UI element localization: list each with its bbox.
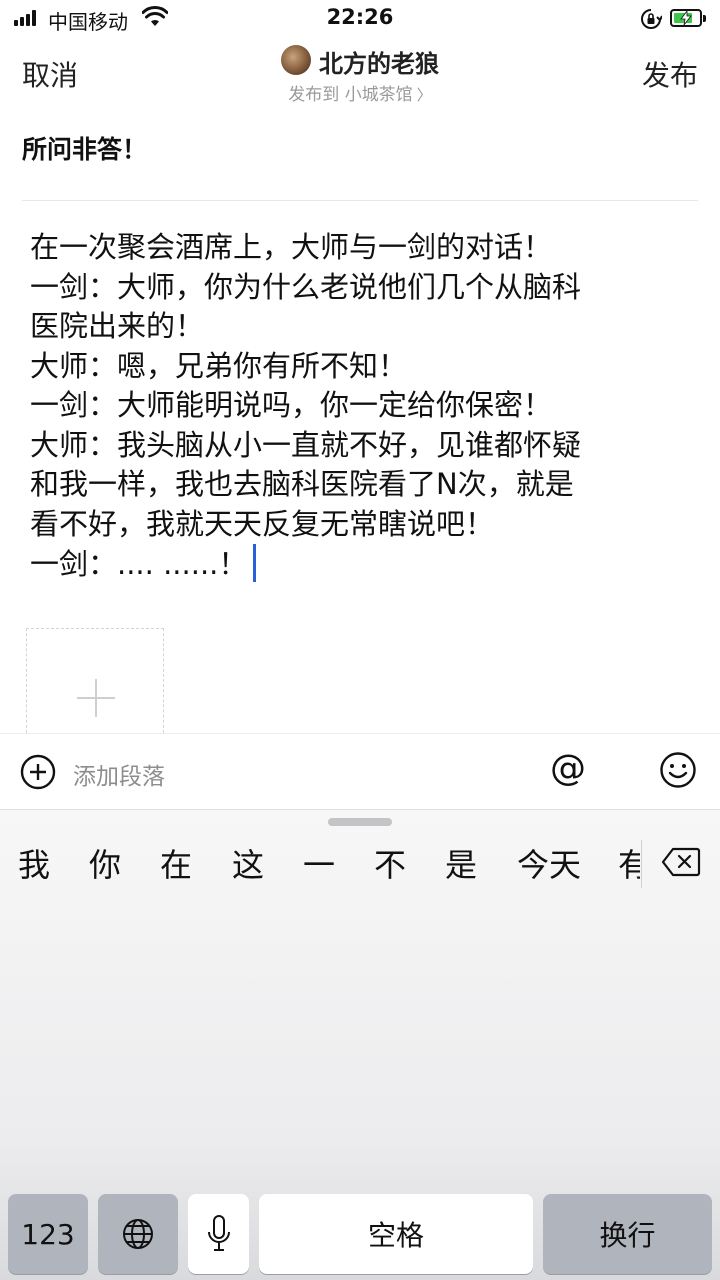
keyboard: 我 你 在 这 一 不 是 今天 有 123 空格 换行 xyxy=(0,809,720,1280)
post-title-field[interactable]: 所问非答！ xyxy=(22,130,147,166)
add-image-button[interactable] xyxy=(26,628,164,738)
body-line: 和我一样，我也去脑科医院看了N次，就是 xyxy=(30,467,574,501)
author-header: 北方的老狼 xyxy=(0,44,720,79)
candidate-divider xyxy=(641,840,642,888)
title-divider xyxy=(22,200,698,201)
status-time: 22:26 xyxy=(326,5,394,29)
body-line: 看不好，我就天天反复无常瞎说吧！ xyxy=(30,506,495,541)
keyboard-bottom-row: 123 空格 换行 xyxy=(0,1194,720,1276)
body-line: 一剑：.... ......！ xyxy=(30,547,248,581)
battery-charging-icon xyxy=(670,9,706,27)
space-key[interactable]: 空格 xyxy=(259,1194,533,1274)
at-icon[interactable]: @ xyxy=(550,748,586,789)
return-key[interactable]: 换行 xyxy=(543,1194,712,1274)
text-cursor xyxy=(253,544,257,582)
author-name: 北方的老狼 xyxy=(319,50,439,78)
microphone-icon xyxy=(207,1215,230,1251)
candidate-word[interactable]: 今天 xyxy=(517,840,581,886)
keyboard-grabber[interactable] xyxy=(328,818,392,826)
microphone-key[interactable] xyxy=(188,1194,249,1274)
candidate-word-clipped[interactable]: 有 xyxy=(618,840,640,888)
plus-circle-icon[interactable] xyxy=(20,754,56,790)
candidate-word[interactable]: 一 xyxy=(303,840,335,886)
body-line: 一剑：大师能明说吗，你一定给你保密！ xyxy=(30,388,553,422)
plus-icon xyxy=(95,679,97,717)
chevron-right-icon: 〉 xyxy=(416,86,432,104)
numbers-key[interactable]: 123 xyxy=(8,1194,88,1274)
rotation-lock-icon xyxy=(641,9,662,29)
smile-icon[interactable] xyxy=(659,751,697,789)
publish-to-target: 小城茶馆 xyxy=(344,85,413,105)
publish-to-prefix: 发布到 xyxy=(288,85,340,105)
post-body-editor[interactable]: 在一次聚会酒席上，大师与一剑的对话！ 一剑：大师，你为什么老说他们几个从脑科 医… xyxy=(30,228,680,585)
status-bar: 中国移动 22:26 xyxy=(0,0,720,38)
editor-toolbar: 添加段落 @ xyxy=(0,733,720,809)
candidate-word: 有 xyxy=(618,846,640,884)
body-line-last: 一剑：.... ......！ xyxy=(30,544,680,585)
body-line: 医院出来的！ xyxy=(30,309,205,343)
body-line: 一剑：大师，你为什么老说他们几个从脑科 xyxy=(30,269,582,304)
candidate-word[interactable]: 在 xyxy=(160,840,192,886)
avatar xyxy=(281,44,311,75)
globe-icon xyxy=(123,1219,153,1249)
candidate-word[interactable]: 不 xyxy=(374,840,406,886)
candidate-word[interactable]: 这 xyxy=(232,840,264,886)
body-line: 大师：嗯，兄弟你有所不知！ xyxy=(30,348,408,383)
body-line: 在一次聚会酒席上，大师与一剑的对话！ xyxy=(30,230,553,264)
backspace-icon[interactable] xyxy=(661,846,701,878)
candidate-bar: 我 你 在 这 一 不 是 今天 有 xyxy=(0,840,720,900)
body-line: 大师：我头脑从小一直就不好，见谁都怀疑 xyxy=(30,427,582,462)
candidate-word[interactable]: 我 xyxy=(18,840,50,886)
candidate-word[interactable]: 是 xyxy=(445,840,477,886)
publish-destination-selector[interactable]: 发布到 小城茶馆〉 xyxy=(0,80,720,105)
publish-button[interactable]: 发布 xyxy=(642,54,698,94)
globe-key[interactable] xyxy=(98,1194,178,1274)
candidate-word[interactable]: 你 xyxy=(89,840,121,886)
add-paragraph-button[interactable]: 添加段落 xyxy=(73,757,165,791)
